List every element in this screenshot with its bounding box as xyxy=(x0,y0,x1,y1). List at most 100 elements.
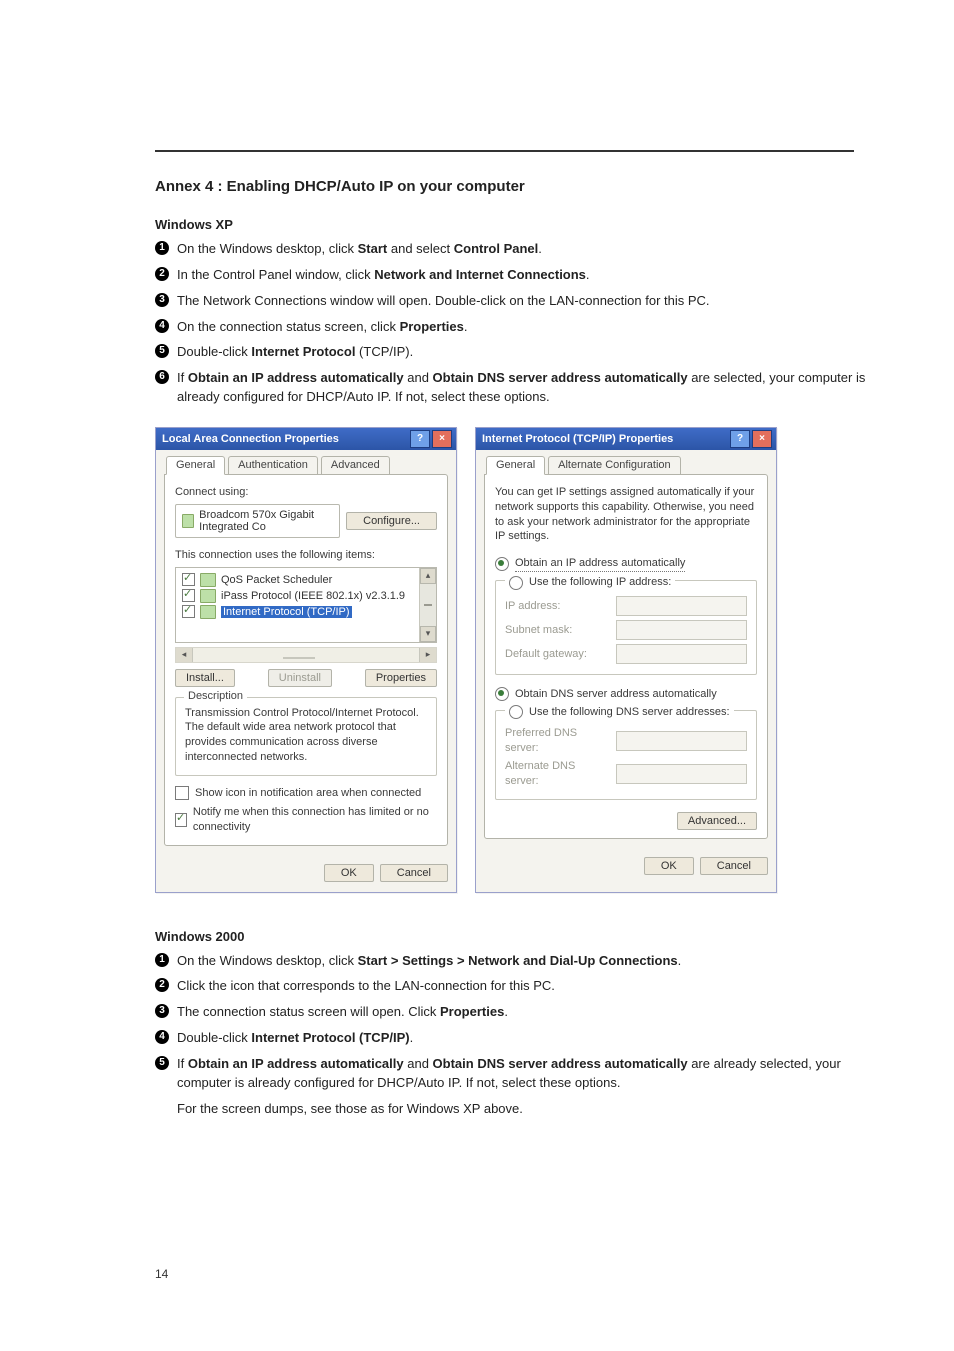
step-text: If Obtain an IP address automatically an… xyxy=(177,1056,841,1090)
step-number-icon: 3 xyxy=(155,293,169,307)
adapter-name: Broadcom 570x Gigabit Integrated Co xyxy=(199,509,333,533)
tab-alternate[interactable]: Alternate Configuration xyxy=(548,456,681,475)
tab-authentication[interactable]: Authentication xyxy=(228,456,318,475)
step-text: On the Windows desktop, click Start > Se… xyxy=(177,953,681,968)
connect-using-label: Connect using: xyxy=(175,485,437,500)
gateway-input xyxy=(616,644,747,664)
uninstall-button: Uninstall xyxy=(268,669,332,687)
description-legend: Description xyxy=(184,690,247,702)
pdns-label: Preferred DNS server: xyxy=(505,726,610,756)
tcpip-tabs: General Alternate Configuration xyxy=(484,456,768,475)
step-item: 2 In the Control Panel window, click Netw… xyxy=(155,266,874,285)
item-ipass[interactable]: iPass Protocol (IEEE 802.1x) v2.3.1.9 xyxy=(182,588,432,604)
step-number-icon: 4 xyxy=(155,1030,169,1044)
checkbox-icon[interactable] xyxy=(182,589,195,602)
cancel-button[interactable]: Cancel xyxy=(700,857,768,875)
lan-properties-dialog: Local Area Connection Properties ? × Gen… xyxy=(155,427,457,893)
step-text: Double-click Internet Protocol (TCP/IP). xyxy=(177,1030,413,1045)
page-number: 14 xyxy=(155,1267,168,1281)
static-dns-group: Use the following DNS server addresses: … xyxy=(495,710,757,800)
scroll-right-icon[interactable]: ▸ xyxy=(419,648,436,662)
notify-checkbox[interactable] xyxy=(175,813,187,827)
help-icon[interactable]: ? xyxy=(730,430,750,448)
winxp-heading: Windows XP xyxy=(155,217,874,232)
step-text: On the connection status screen, click P… xyxy=(177,319,468,334)
show-icon-checkbox[interactable] xyxy=(175,786,189,800)
properties-button[interactable]: Properties xyxy=(365,669,437,687)
cancel-button[interactable]: Cancel xyxy=(380,864,448,882)
step-number-icon: 5 xyxy=(155,344,169,358)
checkbox-icon[interactable] xyxy=(182,573,195,586)
step-item: 4 Double-click Internet Protocol (TCP/IP)… xyxy=(155,1029,874,1048)
step-text: Click the icon that corresponds to the L… xyxy=(177,978,555,993)
win2000-steps: 1 On the Windows desktop, click Start > S… xyxy=(155,952,874,1093)
step-number-icon: 3 xyxy=(155,1004,169,1018)
step-text: On the Windows desktop, click Start and … xyxy=(177,241,542,256)
step-item: 3 The Network Connections window will ope… xyxy=(155,292,874,311)
close-icon[interactable]: × xyxy=(752,430,772,448)
screenshot-row: Local Area Connection Properties ? × Gen… xyxy=(155,427,874,893)
scroll-up-icon[interactable]: ▴ xyxy=(420,568,436,584)
step-number-icon: 2 xyxy=(155,267,169,281)
close-icon[interactable]: × xyxy=(432,430,452,448)
step-number-icon: 1 xyxy=(155,241,169,255)
connection-items-list[interactable]: QoS Packet Scheduler iPass Protocol (IEE… xyxy=(175,567,437,643)
tcpip-intro: You can get IP settings assigned automat… xyxy=(495,485,757,544)
step-item: 5If Obtain an IP address automatically a… xyxy=(155,1055,874,1093)
show-icon-label: Show icon in notification area when conn… xyxy=(195,786,421,801)
scroll-left-icon[interactable]: ◂ xyxy=(176,648,193,662)
step-text: In the Control Panel window, click Netwo… xyxy=(177,267,590,282)
install-button[interactable]: Install... xyxy=(175,669,235,687)
radio-auto-dns[interactable] xyxy=(495,687,509,701)
ok-button[interactable]: OK xyxy=(644,857,694,875)
lan-titlebar: Local Area Connection Properties ? × xyxy=(156,428,456,450)
help-icon[interactable]: ? xyxy=(410,430,430,448)
tcpip-tabpanel: You can get IP settings assigned automat… xyxy=(484,474,768,839)
notify-label: Notify me when this connection has limit… xyxy=(193,805,437,835)
radio-static-dns-label: Use the following DNS server addresses: xyxy=(529,705,730,720)
item-label: iPass Protocol (IEEE 802.1x) v2.3.1.9 xyxy=(221,590,405,602)
tab-general[interactable]: General xyxy=(486,456,545,475)
scroll-down-icon[interactable]: ▾ xyxy=(420,626,436,642)
subnet-mask-input xyxy=(616,620,747,640)
step-text: The connection status screen will open. … xyxy=(177,1004,508,1019)
radio-static-ip[interactable] xyxy=(509,576,523,590)
item-tcpip[interactable]: Internet Protocol (TCP/IP) xyxy=(182,604,432,620)
scroll-track[interactable] xyxy=(420,584,436,626)
ok-button[interactable]: OK xyxy=(324,864,374,882)
advanced-button[interactable]: Advanced... xyxy=(677,812,757,830)
radio-auto-dns-label: Obtain DNS server address automatically xyxy=(515,687,717,702)
lan-title: Local Area Connection Properties xyxy=(162,433,339,445)
top-rule xyxy=(155,150,854,152)
tab-advanced[interactable]: Advanced xyxy=(321,456,390,475)
win2000-heading: Windows 2000 xyxy=(155,929,874,944)
step-item: 2 Click the icon that corresponds to the … xyxy=(155,977,874,996)
radio-static-dns[interactable] xyxy=(509,705,523,719)
radio-static-ip-label: Use the following IP address: xyxy=(529,575,671,590)
description-text: Transmission Control Protocol/Internet P… xyxy=(185,706,427,765)
scrollbar[interactable]: ▴ ▾ xyxy=(419,568,436,642)
qos-icon xyxy=(200,573,216,587)
winxp-steps: 1 On the Windows desktop, click Start and… xyxy=(155,240,874,407)
step-item: 1 On the Windows desktop, click Start > S… xyxy=(155,952,874,971)
tcpip-title: Internet Protocol (TCP/IP) Properties xyxy=(482,433,673,445)
configure-button[interactable]: Configure... xyxy=(346,512,437,530)
radio-auto-ip[interactable] xyxy=(495,557,509,571)
step-item: 5 Double-click Internet Protocol (TCP/IP)… xyxy=(155,343,874,362)
step-number-icon: 2 xyxy=(155,978,169,992)
item-qos[interactable]: QoS Packet Scheduler xyxy=(182,572,432,588)
annex-heading: Annex 4 : Enabling DHCP/Auto IP on your … xyxy=(155,178,874,195)
step-text: The Network Connections window will open… xyxy=(177,293,710,308)
step-number-icon: 1 xyxy=(155,953,169,967)
checkbox-icon[interactable] xyxy=(182,605,195,618)
item-label: Internet Protocol (TCP/IP) xyxy=(221,606,352,618)
item-label: QoS Packet Scheduler xyxy=(221,574,332,586)
step-number-icon: 6 xyxy=(155,370,169,384)
gateway-label: Default gateway: xyxy=(505,647,610,662)
tcpip-properties-dialog: Internet Protocol (TCP/IP) Properties ? … xyxy=(475,427,777,893)
tab-general[interactable]: General xyxy=(166,456,225,475)
win2000-note: For the screen dumps, see those as for W… xyxy=(155,1100,874,1119)
step-text: Double-click Internet Protocol (TCP/IP). xyxy=(177,344,413,359)
tcpip-titlebar: Internet Protocol (TCP/IP) Properties ? … xyxy=(476,428,776,450)
adns-label: Alternate DNS server: xyxy=(505,759,610,789)
